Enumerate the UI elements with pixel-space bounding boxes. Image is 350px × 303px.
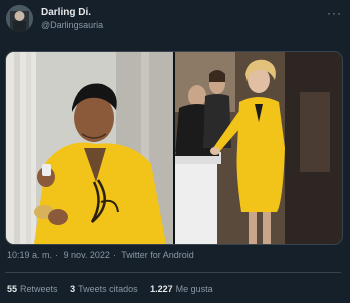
tweet-time[interactable]: 10:19 a. m.: [7, 250, 52, 260]
avatar-image: [6, 5, 33, 32]
separator: ·: [112, 250, 116, 260]
more-horizontal-icon[interactable]: ···: [327, 6, 342, 20]
retweets-label: Retweets: [20, 284, 58, 294]
retweets-stat[interactable]: 55 Retweets: [7, 284, 58, 294]
separator: ·: [55, 250, 59, 260]
likes-count: 1.227: [150, 284, 173, 294]
likes-label: Me gusta: [175, 284, 213, 294]
tweet-timestamp: 10:19 a. m. · 9 nov. 2022 · Twitter for An…: [7, 250, 197, 260]
tweet-stats: 55 Retweets 3 Tweets citados 1.227 Me gusta: [7, 284, 223, 294]
tweet-date[interactable]: 9 nov. 2022: [64, 250, 110, 260]
retweets-count: 55: [7, 284, 18, 294]
photo-woman-yellow-suit[interactable]: [175, 52, 342, 244]
quote-tweets-stat[interactable]: 3 Tweets citados: [70, 284, 138, 294]
divider: [5, 272, 341, 273]
likes-stat[interactable]: 1.227 Me gusta: [150, 284, 213, 294]
media-grid: [5, 51, 343, 245]
quotes-count: 3: [70, 284, 76, 294]
tweet-header: Darling Di. @Darlingsauria ···: [0, 0, 350, 44]
author-display-name[interactable]: Darling Di.: [41, 7, 91, 18]
tweet-source[interactable]: Twitter for Android: [121, 250, 194, 260]
avatar[interactable]: [6, 5, 33, 32]
author-handle[interactable]: @Darlingsauria: [41, 20, 103, 30]
quotes-label: Tweets citados: [78, 284, 138, 294]
photo-man-yellow-shirt[interactable]: [6, 52, 173, 244]
